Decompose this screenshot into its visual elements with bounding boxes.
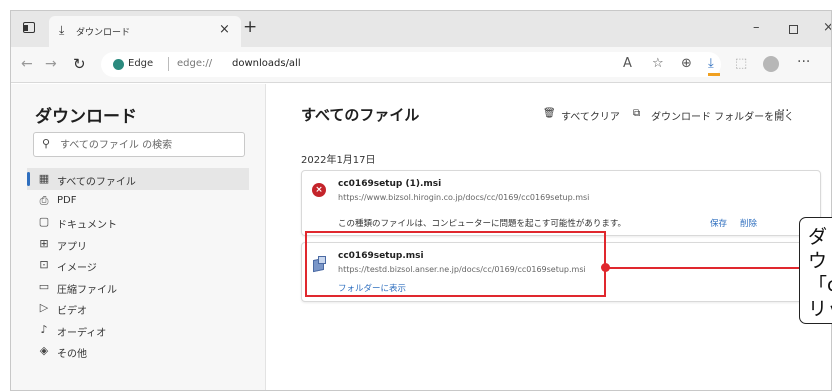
- clear-all-button[interactable]: すべてクリア: [561, 108, 620, 123]
- video-icon: ▷: [39, 301, 49, 314]
- tab-close-button[interactable]: ×: [219, 22, 230, 37]
- collections-icon[interactable]: ⊕: [681, 56, 692, 71]
- trash-icon[interactable]: 🗑: [543, 108, 556, 119]
- sidebar-item-label: イメージ: [57, 263, 97, 274]
- tab-title: ダウンロード: [76, 28, 131, 38]
- minimize-button[interactable]: –: [753, 20, 760, 35]
- extension-icon[interactable]: ⬚: [735, 56, 747, 71]
- annotation-highlight-box: [305, 231, 606, 297]
- audio-icon: ♪: [40, 322, 48, 336]
- annotation-callout: ダ ウ 「c リッ: [799, 217, 832, 324]
- browser-window: ⤓ ダウンロード × + – × ← → ↻ Edge edge:// down…: [10, 10, 832, 391]
- sidebar-item-label: すべてのファイル: [57, 177, 136, 188]
- title-bar: ⤓ ダウンロード × + – ×: [11, 11, 831, 47]
- profile-avatar[interactable]: [763, 56, 779, 72]
- page-title: すべてのファイル: [301, 106, 420, 124]
- edge-logo-icon: [113, 59, 124, 70]
- downloads-sidebar: ダウンロード ⚲ ▦ すべてのファイル ⎙ PDF ▢ ドキュメント ⊞ アプリ ⊡ イメージ ▭ 圧…: [11, 84, 266, 390]
- url-path: downloads/all: [232, 58, 301, 69]
- close-window-button[interactable]: ×: [823, 20, 831, 35]
- sidebar-item-grid[interactable]: ▦ すべてのファイル: [27, 168, 249, 190]
- document-icon: ▢: [38, 215, 50, 228]
- divider: [168, 57, 169, 71]
- sidebar-item-image[interactable]: ⊡ イメージ: [27, 254, 249, 276]
- image-icon: ⊡: [39, 258, 49, 271]
- sidebar-item-label: 圧縮ファイル: [57, 284, 117, 296]
- new-tab-button[interactable]: +: [243, 17, 257, 37]
- favorites-icon[interactable]: ☆: [652, 56, 664, 71]
- search-box[interactable]: ⚲: [33, 132, 245, 157]
- sidebar-item-label: ドキュメント: [57, 220, 117, 231]
- delete-link[interactable]: 削除: [740, 217, 757, 229]
- annotation-dot: [601, 263, 610, 272]
- annotation-connector-line: [606, 267, 800, 269]
- archive-icon: ▭: [38, 279, 50, 293]
- sidebar-item-pdf[interactable]: ⎙ PDF: [27, 190, 249, 212]
- download-icon: ⤓: [59, 23, 65, 37]
- search-icon: ⚲: [42, 137, 51, 150]
- error-icon: ×: [312, 183, 326, 197]
- more-options-button[interactable]: ···: [777, 104, 789, 119]
- sidebar-item-audio[interactable]: ♪ オーディオ: [27, 319, 249, 341]
- back-button[interactable]: ←: [21, 56, 33, 72]
- sidebar-item-video[interactable]: ▷ ビデオ: [27, 297, 249, 319]
- other-icon: ◈: [39, 344, 49, 357]
- date-header: 2022年1月17日: [301, 155, 376, 166]
- grid-icon: ▦: [38, 172, 50, 185]
- edge-label: Edge: [128, 58, 154, 69]
- sidebar-item-apps[interactable]: ⊞ アプリ: [27, 233, 249, 255]
- read-aloud-icon[interactable]: A: [623, 56, 632, 71]
- url-scheme: edge://: [177, 58, 213, 69]
- downloads-toolbar-icon[interactable]: ⤓: [708, 56, 714, 71]
- sidebar-item-label: アプリ: [57, 241, 87, 253]
- pdf-icon: ⎙: [39, 193, 49, 207]
- sidebar-item-label: ビデオ: [57, 306, 87, 317]
- tab-actions-icon[interactable]: [23, 22, 35, 33]
- apps-icon: ⊞: [39, 236, 49, 250]
- address-bar: ← → ↻ Edge edge:// downloads/all A ☆ ⊕ ⤓…: [11, 47, 831, 83]
- sidebar-title: ダウンロード: [35, 107, 137, 127]
- maximize-button[interactable]: [789, 25, 798, 34]
- download-item-blocked[interactable]: × cc0169setup (1).msi https://www.bizsol…: [301, 170, 821, 236]
- sidebar-item-label: オーディオ: [57, 327, 107, 339]
- sidebar-item-label: PDF: [57, 194, 77, 206]
- refresh-button[interactable]: ↻: [73, 55, 86, 73]
- category-list: ▦ すべてのファイル ⎙ PDF ▢ ドキュメント ⊞ アプリ ⊡ イメージ ▭ 圧縮ファイル ▷ ビデオ…: [27, 168, 249, 362]
- file-name[interactable]: cc0169setup (1).msi: [338, 179, 441, 189]
- sidebar-item-label: その他: [57, 349, 87, 360]
- settings-more-button[interactable]: ···: [797, 54, 810, 70]
- search-input[interactable]: [60, 137, 236, 153]
- download-progress-indicator: [708, 73, 720, 76]
- open-folder-icon[interactable]: ⧉: [633, 108, 640, 119]
- sidebar-item-other[interactable]: ◈ その他: [27, 340, 249, 362]
- tab-downloads[interactable]: ⤓ ダウンロード ×: [49, 16, 241, 47]
- save-link[interactable]: 保存: [710, 217, 727, 229]
- file-url: https://www.bizsol.hirogin.co.jp/docs/cc…: [338, 193, 590, 202]
- warning-text: この種類のファイルは、コンピューターに問題を起こす可能性があります。: [338, 219, 626, 229]
- sidebar-item-archive[interactable]: ▭ 圧縮ファイル: [27, 276, 249, 298]
- open-download-folder-button[interactable]: ダウンロード フォルダーを開く: [651, 108, 794, 123]
- sidebar-item-document[interactable]: ▢ ドキュメント: [27, 211, 249, 233]
- forward-button[interactable]: →: [45, 56, 57, 72]
